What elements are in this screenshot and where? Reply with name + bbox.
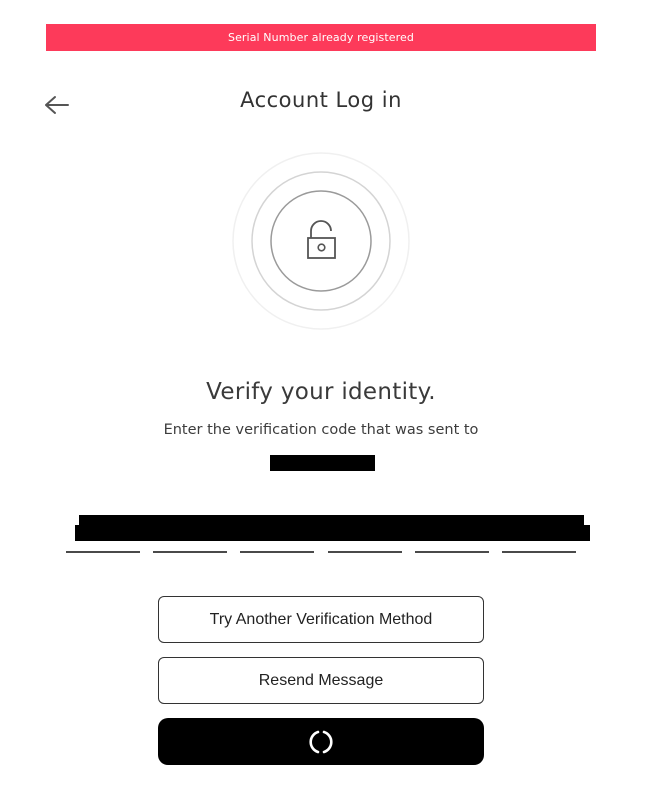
code-digit-4[interactable] [328, 551, 402, 553]
resend-message-button[interactable]: Resend Message [158, 657, 484, 704]
code-digit-1[interactable] [66, 551, 140, 553]
redacted-destination [270, 455, 375, 471]
try-another-method-label: Try Another Verification Method [209, 610, 433, 628]
code-digit-5[interactable] [415, 551, 489, 553]
error-banner: Serial Number already registered [46, 24, 596, 51]
resend-message-label: Resend Message [258, 671, 384, 689]
unlocked-padlock-icon [307, 220, 336, 259]
loading-spinner-icon [309, 730, 333, 753]
submit-button[interactable] [158, 718, 484, 765]
try-another-method-button[interactable]: Try Another Verification Method [158, 596, 484, 643]
redacted-block [75, 525, 590, 541]
code-digit-6[interactable] [502, 551, 576, 553]
code-digit-2[interactable] [153, 551, 227, 553]
verify-instruction: Enter the verification code that was sen… [163, 422, 479, 438]
page-title: Account Log in [240, 88, 402, 112]
error-banner-message: Serial Number already registered [227, 31, 414, 44]
verification-code-input[interactable] [66, 551, 586, 554]
code-digit-3[interactable] [240, 551, 314, 553]
lock-illustration [231, 151, 411, 331]
verify-heading: Verify your identity. [206, 379, 436, 405]
